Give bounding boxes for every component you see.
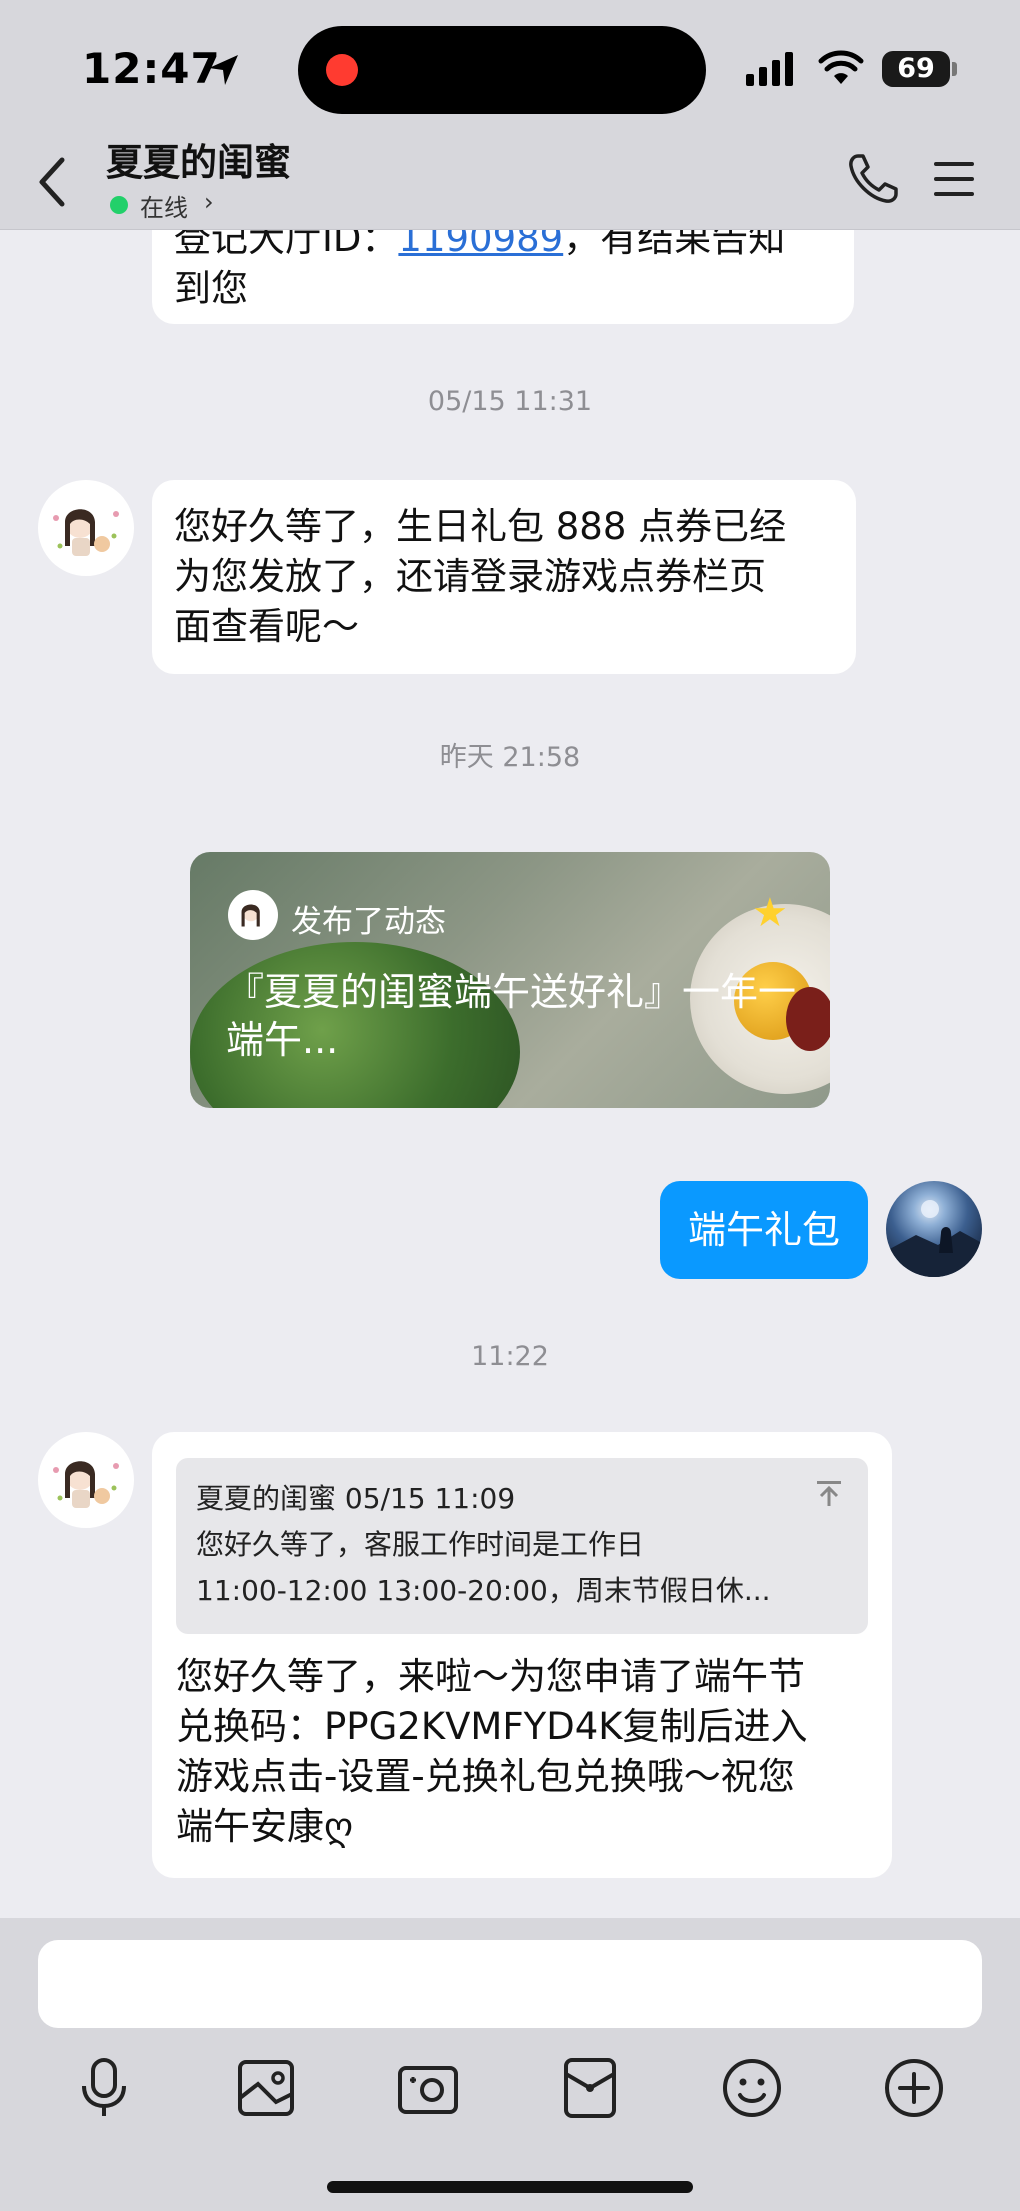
emoji-icon[interactable] — [712, 2048, 792, 2128]
status-time: 12:47 — [82, 44, 221, 93]
chat-header: 夏夏的闺蜜 在线 › — [0, 130, 1020, 230]
avatar[interactable] — [38, 1432, 134, 1528]
online-status-dot — [110, 196, 128, 214]
battery-tip — [952, 62, 957, 76]
contact-name[interactable]: 夏夏的闺蜜 — [106, 132, 291, 186]
timestamp: 11:22 — [471, 1341, 549, 1372]
message-text: 您好久等了，来啦～为您申请了端午节 兑换码：PPG2KVMFYD4K复制后进入 … — [176, 1652, 876, 1852]
quoted-header: 夏夏的闺蜜 05/15 11:09 — [196, 1482, 516, 1515]
card-avatar — [228, 890, 278, 940]
star-badge-icon: ★ — [752, 890, 788, 936]
chevron-right-icon[interactable]: › — [204, 188, 214, 216]
home-indicator[interactable] — [327, 2181, 693, 2193]
message-line: 您好久等了，生日礼包 888 点券已经 — [174, 505, 787, 548]
card-title: 『夏夏的闺蜜端午送好礼』一年一端午... — [226, 970, 797, 1062]
camera-icon[interactable] — [388, 2048, 468, 2128]
plus-icon[interactable] — [874, 2048, 954, 2128]
landscape-person-icon — [886, 1200, 982, 1277]
my-message-bubble[interactable]: 端午礼包 — [660, 1181, 868, 1279]
image-icon[interactable] — [226, 2048, 306, 2128]
quoted-message[interactable]: 夏夏的闺蜜 05/15 11:09 您好久等了，客服工作时间是工作日 11:00… — [176, 1458, 868, 1634]
cellular-signal-icon — [746, 52, 793, 86]
message-bubble[interactable]: 登记大厅ID：1190989，有结果告知 到您 — [152, 230, 854, 324]
timestamp: 05/15 11:31 — [427, 386, 593, 417]
location-arrow-icon — [209, 55, 238, 85]
quoted-text-line: 您好久等了，客服工作时间是工作日 — [196, 1528, 645, 1561]
avatar[interactable] — [38, 480, 134, 576]
timestamp: 昨天 21:58 — [439, 742, 581, 773]
cartoon-girl-icon — [241, 904, 260, 927]
battery-indicator: 69 — [882, 51, 950, 87]
back-arrow-icon[interactable] — [34, 156, 70, 208]
menu-icon[interactable] — [934, 160, 974, 198]
cartoon-girl-icon — [53, 509, 119, 556]
message-text: 登记大厅ID：1190989，有结果告知 — [174, 230, 832, 264]
my-avatar[interactable] — [886, 1181, 982, 1277]
recording-indicator — [326, 54, 358, 86]
message-line: 游戏点击-设置-兑换礼包兑换哦～祝您 — [176, 1755, 795, 1798]
phone-icon[interactable] — [846, 152, 900, 206]
message-list[interactable]: 登记大厅ID：1190989，有结果告知 到您 05/15 11:31 您好久等… — [0, 230, 1020, 1918]
input-area — [0, 1918, 1020, 2211]
message-line: 为您发放了，还请登录游戏点券栏页 — [174, 555, 766, 598]
message-bubble[interactable]: 夏夏的闺蜜 05/15 11:09 您好久等了，客服工作时间是工作日 11:00… — [152, 1432, 892, 1878]
online-status-text[interactable]: 在线 — [140, 188, 188, 223]
message-line: 兑换码：PPG2KVMFYD4K复制后进入 — [176, 1705, 808, 1748]
message-line: 面查看呢～ — [174, 605, 359, 648]
cartoon-girl-icon — [53, 1461, 119, 1508]
red-packet-icon[interactable] — [550, 2048, 630, 2128]
message-line: 端午安康ღ — [176, 1805, 354, 1848]
message-input[interactable] — [38, 1940, 982, 2028]
wifi-icon — [818, 50, 864, 84]
dynamic-island — [298, 26, 706, 114]
jump-to-top-icon[interactable] — [814, 1478, 844, 1508]
message-text: 到您 — [174, 267, 248, 310]
shared-post-card[interactable]: ★ 发布了动态 『夏夏的闺蜜端午送好礼』一年一端午... — [190, 852, 830, 1108]
microphone-icon[interactable] — [64, 2048, 144, 2128]
message-bubble[interactable]: 您好久等了，生日礼包 888 点券已经 为您发放了，还请登录游戏点券栏页 面查看… — [152, 480, 856, 674]
quoted-text-line: 11:00-12:00 13:00-20:00，周末节假日休... — [196, 1574, 771, 1607]
status-bar: 12:47 69 — [0, 0, 1020, 130]
message-line: 您好久等了，来啦～为您申请了端午节 — [176, 1655, 805, 1698]
message-link[interactable]: 1190989 — [398, 230, 563, 260]
card-publisher-text: 发布了动态 — [291, 904, 446, 940]
